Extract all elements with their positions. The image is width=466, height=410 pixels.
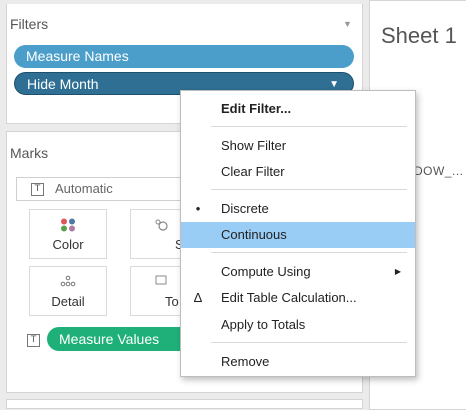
detail-icon: [30, 275, 106, 289]
menu-item-edit-filter[interactable]: Edit Filter...: [181, 96, 415, 122]
menu-separator: [211, 126, 407, 127]
menu-item-label: Apply to Totals: [221, 317, 306, 332]
mark-type-value: Automatic: [55, 181, 113, 196]
tooltip-button-label: To: [165, 294, 179, 309]
menu-separator: [211, 189, 407, 190]
filter-pill-measure-names[interactable]: Measure Names: [14, 45, 354, 68]
menu-item-label: Remove: [221, 354, 270, 369]
menu-item-label: Discrete: [221, 201, 269, 216]
menu-item-label: Edit Filter...: [221, 101, 292, 116]
filter-pill-label: Measure Names: [26, 48, 129, 64]
detail-button[interactable]: Detail: [29, 266, 107, 316]
color-button-label: Color: [52, 237, 84, 252]
bottom-panel-edge: [6, 399, 363, 409]
text-mark-icon: T: [31, 183, 44, 196]
menu-item-compute-using[interactable]: Compute Using ▶: [181, 259, 415, 285]
menu-item-label: Show Filter: [221, 138, 287, 153]
detail-button-label: Detail: [51, 294, 85, 309]
context-menu: Edit Filter... Show Filter Clear Filter …: [180, 90, 416, 377]
bullet-icon: •: [195, 201, 201, 216]
menu-item-edit-table-calculation[interactable]: Δ Edit Table Calculation...: [181, 285, 415, 311]
filter-pill-label: Hide Month: [27, 76, 99, 92]
menu-item-label: Continuous: [221, 227, 287, 242]
menu-item-label: Edit Table Calculation...: [221, 290, 357, 305]
mark-type-select[interactable]: T Automatic: [16, 177, 196, 201]
color-button[interactable]: Color: [29, 209, 107, 259]
menu-item-show-filter[interactable]: Show Filter: [181, 133, 415, 159]
filters-title: Filters: [10, 16, 49, 32]
sheet-title: Sheet 1: [381, 23, 457, 48]
column-value: DOW_...: [414, 164, 464, 178]
menu-item-apply-to-totals[interactable]: Apply to Totals: [181, 312, 415, 338]
menu-item-continuous[interactable]: Continuous: [181, 222, 415, 248]
menu-item-label: Compute Using: [221, 264, 311, 279]
menu-separator: [211, 252, 407, 253]
filters-dropdown-icon[interactable]: ▼: [343, 19, 352, 29]
measure-values-pill[interactable]: Measure Values: [47, 327, 197, 351]
menu-separator: [211, 342, 407, 343]
menu-item-discrete[interactable]: • Discrete: [181, 196, 415, 222]
menu-item-clear-filter[interactable]: Clear Filter: [181, 159, 415, 185]
color-icon: [30, 218, 106, 234]
marks-title: Marks: [10, 145, 49, 161]
measure-values-label: Measure Values: [59, 331, 160, 347]
menu-item-label: Clear Filter: [221, 164, 285, 179]
submenu-arrow-icon: ▶: [394, 267, 401, 276]
menu-item-remove[interactable]: Remove: [181, 349, 415, 375]
text-shelf-icon: T: [27, 334, 40, 347]
delta-icon: Δ: [193, 290, 203, 305]
